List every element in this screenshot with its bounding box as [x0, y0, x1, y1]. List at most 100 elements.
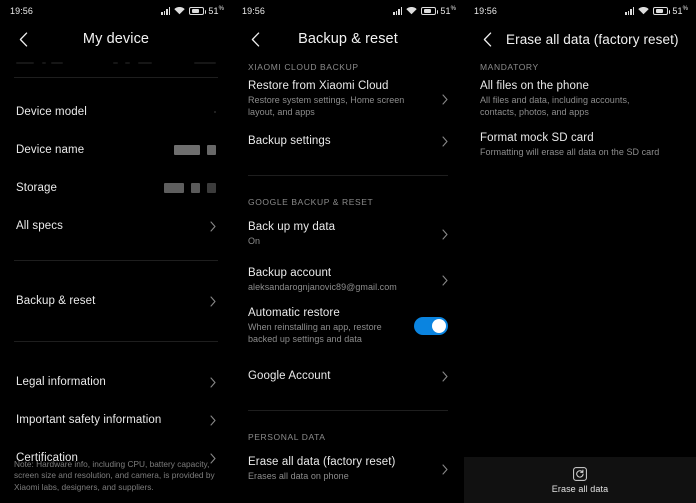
redacted-value: [174, 145, 216, 155]
status-icons: 51%: [625, 6, 688, 16]
row-erase-all-data[interactable]: Erase all data (factory reset) Erases al…: [232, 446, 464, 492]
chevron-right-icon: [210, 295, 216, 307]
signal-icon: [393, 7, 403, 15]
chevron-right-icon: [442, 135, 448, 147]
back-arrow-icon[interactable]: [14, 30, 32, 48]
divider: [248, 175, 448, 176]
row-label: Backup & reset: [16, 295, 96, 307]
row-google-account[interactable]: Google Account: [232, 357, 464, 395]
chevron-right-icon: [442, 274, 448, 286]
row-legal-information[interactable]: Legal information: [0, 363, 232, 401]
row-subtitle: Formatting will erase all data on the SD…: [480, 147, 660, 157]
status-bar: 19:56 51%: [0, 0, 232, 22]
panel-backup-and-reset: 19:56 51% Backup & reset XIAOMI CLOUD BA…: [232, 0, 464, 503]
row-backup-account[interactable]: Backup account aleksandarognjanovic89@gm…: [232, 257, 464, 303]
title-bar: Erase all data (factory reset): [464, 22, 696, 56]
row-label: Automatic restore: [248, 307, 340, 319]
chevron-right-icon: [442, 370, 448, 382]
erase-all-data-button[interactable]: Erase all data: [464, 457, 696, 503]
battery-icon: [189, 7, 207, 15]
row-label: Device name: [16, 144, 85, 156]
wifi-icon: [406, 7, 418, 15]
row-label: Storage: [16, 182, 57, 194]
battery-percent: 51%: [440, 6, 456, 16]
row-all-specs[interactable]: All specs: [0, 207, 232, 245]
signal-icon: [161, 7, 171, 15]
status-icons: 51%: [161, 6, 224, 16]
battery-icon: [653, 7, 671, 15]
chevron-right-icon: [210, 376, 216, 388]
wifi-icon: [638, 7, 650, 15]
section-header-xiaomi-cloud-backup: XIAOMI CLOUD BACKUP: [248, 62, 359, 72]
status-bar: 19:56 51%: [232, 0, 464, 22]
redacted-value: [164, 183, 216, 193]
battery-icon: [421, 7, 439, 15]
back-arrow-icon[interactable]: [478, 30, 496, 48]
redacted-value: [214, 111, 216, 113]
row-device-model[interactable]: Device model: [0, 93, 232, 131]
status-time: 19:56: [474, 6, 498, 16]
automatic-restore-toggle[interactable]: [414, 317, 448, 335]
panel-my-device: 19:56 51% My device Device model Device …: [0, 0, 232, 503]
page-title: My device: [82, 31, 150, 47]
row-back-up-my-data[interactable]: Back up my data On: [232, 211, 464, 257]
row-subtitle: On: [248, 236, 261, 246]
status-icons: 51%: [393, 6, 456, 16]
erase-all-data-label: Erase all data: [551, 483, 609, 494]
row-label: Restore from Xiaomi Cloud: [248, 80, 389, 92]
reset-icon: [573, 466, 587, 481]
row-label: All files on the phone: [480, 80, 589, 92]
back-arrow-icon[interactable]: [246, 30, 264, 48]
row-storage[interactable]: Storage: [0, 169, 232, 207]
title-bar: Backup & reset: [232, 22, 464, 56]
section-header-google-backup-and-reset: GOOGLE BACKUP & RESET: [248, 197, 374, 207]
row-label: All specs: [16, 220, 63, 232]
row-restore-from-xiaomi-cloud[interactable]: Restore from Xiaomi Cloud Restore system…: [232, 76, 464, 122]
row-label: Backup account: [248, 267, 332, 279]
divider: [248, 410, 448, 411]
row-backup-and-reset[interactable]: Backup & reset: [0, 282, 232, 320]
divider: [14, 260, 218, 261]
divider: [14, 341, 218, 342]
toggle-knob: [432, 319, 446, 333]
signal-icon: [625, 7, 635, 15]
row-automatic-restore[interactable]: Automatic restore When reinstalling an a…: [232, 303, 464, 349]
cutoff-row: [0, 56, 232, 70]
chevron-right-icon: [442, 228, 448, 240]
row-label: Erase all data (factory reset): [248, 456, 396, 468]
row-backup-settings[interactable]: Backup settings: [232, 122, 464, 160]
row-label: Format mock SD card: [480, 132, 594, 144]
row-subtitle: aleksandarognjanovic89@gmail.com: [248, 282, 397, 292]
row-subtitle: Restore system settings, Home screen lay…: [248, 95, 405, 117]
chevron-right-icon: [210, 220, 216, 232]
battery-percent: 51%: [208, 6, 224, 16]
chevron-right-icon: [442, 463, 448, 475]
page-title: Backup & reset: [298, 31, 398, 47]
panel-erase-all-data: 19:56 51% Erase all data (factory reset)…: [464, 0, 696, 503]
chevron-right-icon: [210, 414, 216, 426]
section-header-mandatory: MANDATORY: [480, 62, 539, 72]
row-label: Back up my data: [248, 221, 336, 233]
row-all-files-on-the-phone: All files on the phone All files and dat…: [464, 76, 696, 122]
screenshot-root: 19:56 51% My device Device model Device …: [0, 0, 696, 503]
row-important-safety-information[interactable]: Important safety information: [0, 401, 232, 439]
status-bar: 19:56 51%: [464, 0, 696, 22]
battery-percent: 51%: [672, 6, 688, 16]
page-title: Erase all data (factory reset): [506, 31, 679, 47]
row-subtitle: When reinstalling an app, restore backed…: [248, 322, 382, 344]
row-label: Important safety information: [16, 414, 162, 426]
wifi-icon: [174, 7, 186, 15]
row-subtitle: Erases all data on phone: [248, 471, 349, 481]
row-format-mock-sd-card: Format mock SD card Formatting will eras…: [464, 122, 696, 168]
row-label: Legal information: [16, 376, 106, 388]
row-label: Backup settings: [248, 135, 331, 147]
hardware-info-note: Note: Hardware info, including CPU, batt…: [14, 458, 215, 492]
row-label: Google Account: [248, 370, 331, 382]
row-subtitle: All files and data, including accounts, …: [480, 95, 630, 117]
row-device-name[interactable]: Device name: [0, 131, 232, 169]
section-header-personal-data: PERSONAL DATA: [248, 432, 326, 442]
status-time: 19:56: [242, 6, 266, 16]
chevron-right-icon: [442, 93, 448, 105]
title-bar: My device: [0, 22, 232, 56]
status-time: 19:56: [10, 6, 34, 16]
